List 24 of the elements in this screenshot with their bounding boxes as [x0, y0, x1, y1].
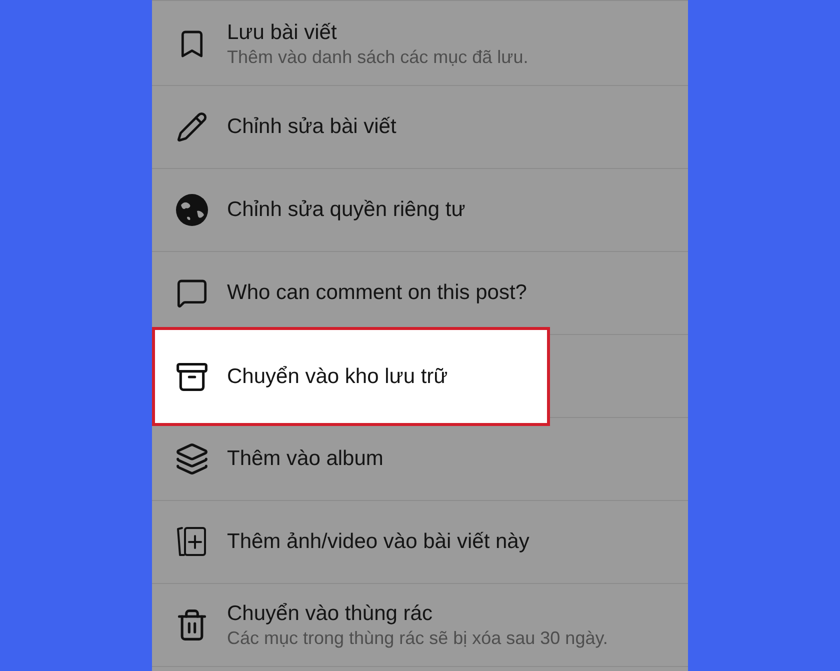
item-title: Who can comment on this post?	[227, 280, 527, 306]
menu-item[interactable]: Chuyển vào thùng rác Các mục trong thùng rác sẽ bị xóa sau 30 ngày.	[152, 584, 688, 666]
item-subtitle: Thêm vào danh sách các mục đã lưu.	[227, 46, 528, 68]
item-title: Chỉnh sửa bài viết	[227, 114, 396, 140]
item-title: Chuyển vào kho lưu trữ	[227, 364, 448, 390]
item-title: Chỉnh sửa quyền riêng tư	[227, 197, 466, 223]
pencil-icon	[176, 111, 208, 143]
speech-bubble-icon	[176, 277, 208, 309]
menu-item[interactable]: Chuyển vào kho lưu trữ	[152, 327, 550, 426]
item-title: Thêm vào album	[227, 446, 384, 472]
item-title: Chuyển vào thùng rác	[227, 600, 434, 626]
trash-icon	[175, 608, 209, 642]
item-title: Lưu bài viết	[227, 20, 338, 46]
item-title: Thêm ảnh/video vào bài viết này	[227, 529, 530, 555]
menu-item[interactable]: Thêm vào album	[152, 418, 688, 500]
menu-item[interactable]: Chỉnh sửa bài viết	[152, 86, 688, 168]
menu-item[interactable]: Lưu bài viết Thêm vào danh sách các mục đã lưu.	[152, 3, 688, 85]
menu-item[interactable]: Chỉnh sửa quyền riêng tư	[152, 169, 688, 251]
menu-item[interactable]: Thêm ảnh/video vào bài viết này	[152, 501, 688, 583]
globe-icon	[175, 193, 209, 227]
item-subtitle: Các mục trong thùng rác sẽ bị xóa sau 30 ngày.	[227, 626, 608, 650]
menu-item[interactable]: Who can comment on this post?	[152, 252, 688, 334]
add-photo-icon	[175, 525, 209, 559]
layers-icon	[175, 442, 209, 476]
